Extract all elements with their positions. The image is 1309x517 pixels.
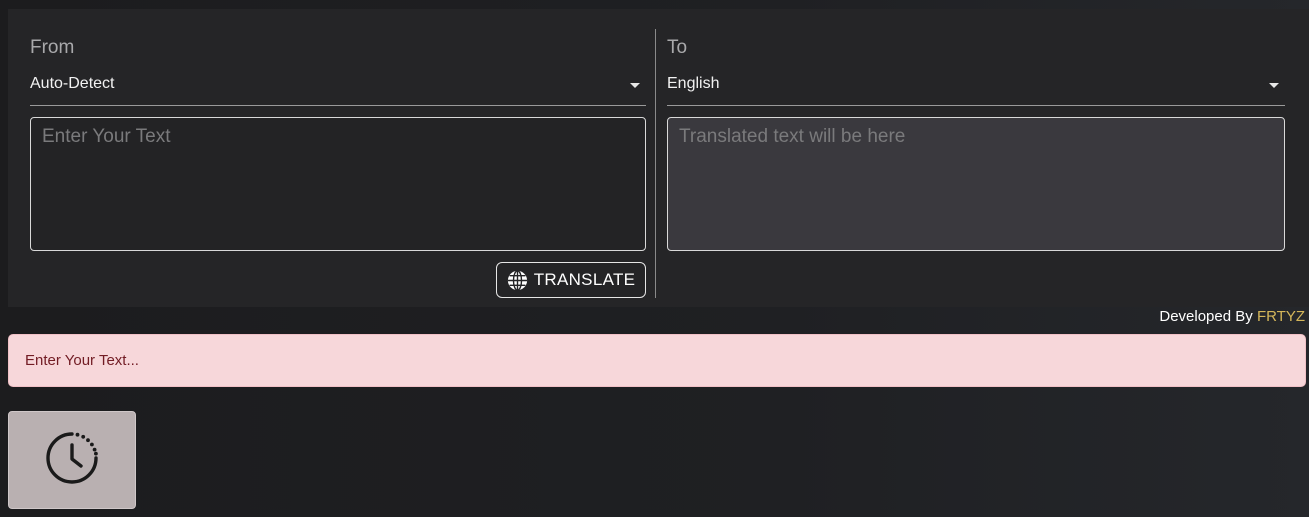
source-text-input[interactable]	[30, 117, 646, 251]
source-language-select[interactable]: Auto-Detect	[30, 71, 646, 106]
chevron-down-icon	[1269, 83, 1279, 88]
target-language-value: English	[667, 75, 720, 92]
history-button[interactable]	[8, 411, 136, 509]
translate-button[interactable]: TRANSLATE	[496, 262, 646, 298]
translated-text-output[interactable]	[667, 117, 1285, 251]
source-language-value: Auto-Detect	[30, 75, 115, 92]
developed-by-label: Developed By	[1159, 308, 1253, 325]
translator-panel: From Auto-Detect TRANSLATE	[8, 9, 1309, 307]
from-label: From	[30, 37, 75, 58]
target-language-select[interactable]: English	[667, 71, 1285, 106]
developer-name: FRTYZ	[1256, 308, 1305, 325]
translate-button-label: TRANSLATE	[533, 270, 636, 289]
chevron-down-icon	[630, 83, 640, 88]
alert-message: Enter Your Text...	[8, 334, 1306, 387]
globe-icon	[507, 269, 528, 291]
column-divider	[655, 29, 656, 298]
to-label: To	[667, 37, 688, 58]
developer-credit: Developed By FRTYZ	[1159, 308, 1305, 325]
history-clock-icon	[44, 430, 100, 491]
